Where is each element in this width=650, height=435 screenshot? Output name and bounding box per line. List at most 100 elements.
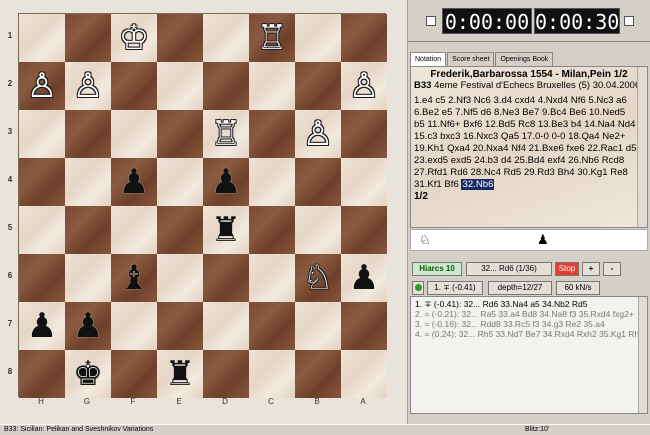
board-square[interactable]: ♟ <box>19 302 65 350</box>
board-square[interactable] <box>295 14 341 62</box>
board-square[interactable]: ♖ <box>249 14 295 62</box>
board-square[interactable] <box>111 350 157 398</box>
white-knight-piece[interactable]: ♘ <box>303 261 333 295</box>
white-rook-piece[interactable]: ♖ <box>211 117 241 151</box>
analysis-line[interactable]: 4. = (0.24): 32... Rh5 33.Nd7 Be7 34.Rxd… <box>415 329 647 339</box>
black-rook-piece[interactable]: ♜ <box>211 213 241 247</box>
board-square[interactable] <box>203 14 249 62</box>
board-square[interactable] <box>111 206 157 254</box>
black-rook-piece[interactable]: ♜ <box>165 357 195 391</box>
black-pawn-piece[interactable]: ♟ <box>73 309 103 343</box>
board-square[interactable]: ♝ <box>111 254 157 302</box>
white-pawn-piece[interactable]: ♙ <box>349 69 379 103</box>
board-square[interactable] <box>341 110 387 158</box>
black-king-piece[interactable]: ♚ <box>73 357 103 391</box>
board-square[interactable] <box>157 62 203 110</box>
board-square[interactable] <box>295 206 341 254</box>
board-square[interactable]: ♙ <box>65 62 111 110</box>
tab-openings-book[interactable]: Openings Book <box>495 52 554 66</box>
board-square[interactable] <box>341 206 387 254</box>
move-list[interactable]: 1.e4 c5 2.Nf3 Nc6 3.d4 cxd4 4.Nxd4 Nf6 5… <box>411 91 647 191</box>
board-square[interactable] <box>295 158 341 206</box>
board-square[interactable]: ♘ <box>295 254 341 302</box>
board-square[interactable]: ♟ <box>203 158 249 206</box>
plus-button[interactable]: + <box>582 262 600 276</box>
board-square[interactable]: ♙ <box>19 62 65 110</box>
board-square[interactable] <box>341 158 387 206</box>
board-square[interactable] <box>203 62 249 110</box>
board-square[interactable] <box>19 350 65 398</box>
board-square[interactable]: ♙ <box>295 110 341 158</box>
board-square[interactable] <box>203 302 249 350</box>
board-square[interactable] <box>203 350 249 398</box>
white-rook-piece[interactable]: ♖ <box>257 21 287 55</box>
board-square[interactable] <box>341 14 387 62</box>
analysis-scrollbar[interactable] <box>638 297 647 413</box>
chess-board[interactable]: ♔ ♖ ♙ ♙ ♙ ♖ ♙ ♟ ♟ ♜ ♝ ♘ ♟ ♟ ♟ ♚ ♜ <box>18 13 387 398</box>
board-square[interactable] <box>111 302 157 350</box>
board-square[interactable] <box>341 302 387 350</box>
board-square[interactable] <box>249 62 295 110</box>
black-pawn-piece[interactable]: ♟ <box>27 309 57 343</box>
analysis-line[interactable]: 2. = (-0.21): 32... Ra5 33.a4 Bd8 34.Na8… <box>415 309 647 319</box>
tab-notation[interactable]: Notation <box>410 52 447 66</box>
board-square[interactable] <box>157 206 203 254</box>
board-square[interactable] <box>249 350 295 398</box>
board-square[interactable]: ♚ <box>65 350 111 398</box>
board-square[interactable]: ♖ <box>203 110 249 158</box>
board-square[interactable] <box>157 110 203 158</box>
white-pawn-piece[interactable]: ♙ <box>303 117 333 151</box>
board-square[interactable] <box>249 158 295 206</box>
white-pawn-piece[interactable]: ♙ <box>27 69 57 103</box>
current-move[interactable]: 32.Nb6 <box>461 179 495 190</box>
stop-button[interactable]: Stop <box>555 262 579 276</box>
tab-score-sheet[interactable]: Score sheet <box>447 52 495 66</box>
board-square[interactable] <box>249 206 295 254</box>
board-square[interactable]: ♔ <box>111 14 157 62</box>
notation-panel[interactable]: Frederik,Barbarossa 1554 - Milan,Pein 1/… <box>410 66 648 228</box>
board-square[interactable]: ♟ <box>341 254 387 302</box>
board-square[interactable] <box>19 158 65 206</box>
board-square[interactable] <box>295 302 341 350</box>
board-square[interactable] <box>111 110 157 158</box>
board-square[interactable] <box>65 254 111 302</box>
board-square[interactable]: ♜ <box>157 350 203 398</box>
board-square[interactable] <box>295 62 341 110</box>
board-square[interactable] <box>65 206 111 254</box>
analysis-line[interactable]: 3. = (-0.16): 32... Rdd8 33.Rc5 f3 34.g3… <box>415 319 647 329</box>
board-square[interactable] <box>157 158 203 206</box>
board-square[interactable] <box>157 14 203 62</box>
analysis-line[interactable]: 1. ∓ (-0.41): 32... Rd6 33.Na4 a5 34.Nb2… <box>415 299 647 309</box>
board-square[interactable] <box>249 302 295 350</box>
board-square[interactable] <box>157 254 203 302</box>
black-pawn-piece[interactable]: ♟ <box>211 165 241 199</box>
board-square[interactable]: ♟ <box>65 302 111 350</box>
board-square[interactable] <box>65 14 111 62</box>
board-square[interactable] <box>19 14 65 62</box>
board-square[interactable] <box>295 350 341 398</box>
notation-scrollbar[interactable] <box>637 67 647 227</box>
board-square[interactable] <box>341 350 387 398</box>
knight-icon[interactable]: ♘ <box>419 233 431 248</box>
pawn-icon[interactable]: ♟ <box>537 233 549 248</box>
board-square[interactable] <box>19 110 65 158</box>
board-square[interactable] <box>19 254 65 302</box>
minus-button[interactable]: - <box>603 262 621 276</box>
board-square[interactable] <box>249 110 295 158</box>
black-pawn-piece[interactable]: ♟ <box>119 165 149 199</box>
black-pawn-piece[interactable]: ♟ <box>349 261 379 295</box>
board-square[interactable] <box>249 254 295 302</box>
black-bishop-piece[interactable]: ♝ <box>119 261 149 295</box>
white-pawn-piece[interactable]: ♙ <box>73 69 103 103</box>
analysis-panel[interactable]: 1. ∓ (-0.41): 32... Rd6 33.Na4 a5 34.Nb2… <box>410 296 648 414</box>
board-square[interactable] <box>111 62 157 110</box>
board-square[interactable] <box>19 206 65 254</box>
board-square[interactable] <box>203 254 249 302</box>
moves-text[interactable]: 1.e4 c5 2.Nf3 Nc6 3.d4 cxd4 4.Nxd4 Nf6 5… <box>414 95 636 190</box>
board-square[interactable]: ♙ <box>341 62 387 110</box>
board-square[interactable]: ♟ <box>111 158 157 206</box>
engine-name[interactable]: Hiarcs 10 <box>412 262 462 276</box>
board-square[interactable] <box>157 302 203 350</box>
board-square[interactable]: ♜ <box>203 206 249 254</box>
board-square[interactable] <box>65 110 111 158</box>
